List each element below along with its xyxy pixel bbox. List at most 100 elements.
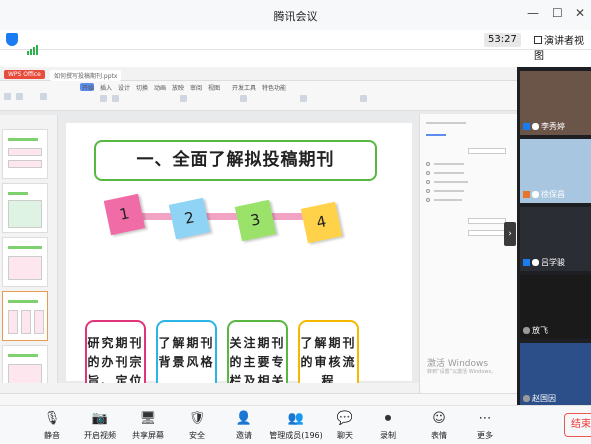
more-button[interactable]: ⋯ 更多 bbox=[461, 408, 509, 441]
slide-thumbnail[interactable] bbox=[2, 237, 48, 287]
menu-slideshow[interactable]: 放映 bbox=[172, 83, 184, 92]
record-icon: ⏺ bbox=[384, 411, 392, 426]
grid-icon bbox=[534, 36, 542, 44]
shape-icon[interactable] bbox=[240, 95, 247, 102]
microphone-icon: 🎙 bbox=[43, 411, 61, 426]
signal-icon[interactable] bbox=[27, 36, 39, 55]
participant-name: 徐保昌 bbox=[523, 189, 565, 200]
microphone-icon bbox=[532, 191, 539, 198]
color-dropdown[interactable] bbox=[468, 218, 506, 224]
invite-icon: 👤 bbox=[235, 411, 253, 426]
participant-tile[interactable]: 李秀婷 bbox=[520, 71, 591, 135]
menu-insert[interactable]: 插入 bbox=[100, 83, 112, 92]
participant-tile[interactable]: 吕学骏 bbox=[520, 207, 591, 271]
invite-button[interactable]: 👤 邀请 bbox=[220, 408, 268, 441]
participant-tile[interactable]: 放飞 bbox=[520, 275, 591, 339]
user-icon bbox=[523, 191, 530, 198]
security-button[interactable]: 🛡 安全 bbox=[173, 408, 221, 441]
video-label: 开启视频 bbox=[84, 431, 116, 440]
fill-dropdown[interactable] bbox=[468, 148, 506, 154]
minimize-button[interactable]: — bbox=[527, 6, 539, 20]
share-label: 共享屏幕 bbox=[132, 431, 164, 440]
fill-radio[interactable] bbox=[426, 171, 430, 175]
mute-button[interactable]: 🎙 静音 bbox=[28, 408, 76, 441]
shield-icon: 🛡 bbox=[188, 411, 206, 426]
fill-radio[interactable] bbox=[426, 180, 430, 184]
participant-name: 放飞 bbox=[523, 325, 548, 336]
maximize-button[interactable]: ☐ bbox=[552, 6, 563, 20]
wps-ribbon: 开始 插入 设计 切换 动画 放映 审阅 视图 开发工具 特色功能 bbox=[0, 81, 517, 111]
record-button[interactable]: ⏺ 录制 bbox=[364, 408, 412, 441]
fill-radio[interactable] bbox=[426, 198, 430, 202]
transparency-slider[interactable] bbox=[468, 230, 506, 236]
menu-review[interactable]: 审阅 bbox=[190, 83, 202, 92]
cut-icon[interactable] bbox=[16, 93, 23, 100]
wps-tab-document[interactable]: 如何撰写投稿期刊.pptx bbox=[50, 70, 122, 81]
participant-tile[interactable]: 徐保昌 bbox=[520, 139, 591, 203]
slide-title: 一、全面了解拟投稿期刊 bbox=[94, 140, 377, 181]
meeting-toolbar: 🎙 静音 📷 开启视频 🖥 共享屏幕 🛡 安全 👤 邀请 👥 管理成员(196) 💬 聊天 ⏺… bbox=[0, 405, 591, 444]
share-screen-button[interactable]: 🖥 共享屏幕 bbox=[124, 408, 172, 441]
members-label: 管理成员(196) bbox=[269, 431, 323, 440]
align-icon[interactable] bbox=[180, 95, 187, 102]
slide-thumbnail[interactable] bbox=[2, 129, 48, 179]
participant-name: 吕学骏 bbox=[523, 257, 565, 268]
wps-tab-bar: WPS Office 如何撰写投稿期刊.pptx bbox=[0, 67, 517, 81]
bold-icon[interactable] bbox=[100, 95, 107, 102]
view-toggle-button[interactable]: 演讲者视图 bbox=[534, 32, 591, 62]
fill-radio[interactable] bbox=[426, 189, 430, 193]
security-shield-icon[interactable] bbox=[6, 33, 18, 46]
participant-video-panel: 李秀婷 徐保昌 吕学骏 放飞 赵国因 bbox=[517, 67, 591, 407]
manage-members-button[interactable]: 👥 管理成员(196) bbox=[264, 408, 328, 441]
menu-animation[interactable]: 动画 bbox=[154, 83, 166, 92]
emoji-icon: ☺ bbox=[432, 411, 446, 426]
chat-button[interactable]: 💬 聊天 bbox=[321, 408, 369, 441]
members-icon: 👥 bbox=[287, 411, 305, 426]
notes-bar bbox=[0, 383, 419, 393]
participant-tile[interactable]: 赵国因 bbox=[520, 343, 591, 407]
close-button[interactable]: ✕ bbox=[575, 6, 585, 20]
menu-features[interactable]: 特色功能 bbox=[262, 83, 286, 92]
slide-canvas[interactable]: 一、全面了解拟投稿期刊 1 2 3 4 研究期刊的办刊宗旨、定位和投稿要求 了解… bbox=[66, 123, 412, 405]
video-button[interactable]: 📷 开启视频 bbox=[76, 408, 124, 441]
record-label: 录制 bbox=[380, 431, 396, 440]
collapse-video-panel-button[interactable]: › bbox=[504, 222, 516, 246]
arrange-icon[interactable] bbox=[300, 95, 307, 102]
wps-tab-home[interactable]: WPS Office bbox=[4, 70, 45, 79]
find-icon[interactable] bbox=[360, 95, 367, 102]
menu-start[interactable]: 开始 bbox=[82, 83, 94, 92]
more-icon: ⋯ bbox=[478, 411, 492, 426]
end-meeting-button[interactable]: 结束 bbox=[564, 413, 591, 437]
new-slide-icon[interactable] bbox=[40, 93, 47, 100]
slide-thumbnail-pane bbox=[0, 115, 58, 405]
window-title: 腾讯会议 bbox=[273, 10, 318, 23]
slide-thumbnail[interactable] bbox=[2, 291, 48, 341]
shared-screen: WPS Office 如何撰写投稿期刊.pptx 开始 插入 设计 切换 动画 … bbox=[0, 67, 517, 405]
chat-label: 聊天 bbox=[337, 431, 353, 440]
microphone-muted-icon bbox=[523, 327, 530, 334]
paste-icon[interactable] bbox=[4, 93, 11, 100]
security-label: 安全 bbox=[189, 431, 205, 440]
user-icon bbox=[523, 259, 530, 266]
emoji-button[interactable]: ☺ 表情 bbox=[415, 408, 463, 441]
emoji-label: 表情 bbox=[431, 431, 447, 440]
windows-activate-subtext: 转到“设置”以激活 Windows。 bbox=[427, 369, 497, 375]
connector-rod bbox=[130, 213, 316, 220]
fill-radio[interactable] bbox=[426, 162, 430, 166]
italic-icon[interactable] bbox=[112, 95, 119, 102]
microphone-icon bbox=[532, 123, 539, 130]
camera-off-icon: 📷 bbox=[91, 411, 109, 426]
meeting-timer: 53:27 bbox=[484, 33, 521, 47]
menu-design[interactable]: 设计 bbox=[118, 83, 130, 92]
wps-status-bar bbox=[0, 393, 517, 405]
menu-transition[interactable]: 切换 bbox=[136, 83, 148, 92]
menu-developer[interactable]: 开发工具 bbox=[232, 83, 256, 92]
slide-thumbnail[interactable] bbox=[2, 183, 48, 233]
participant-name: 赵国因 bbox=[523, 393, 556, 404]
invite-label: 邀请 bbox=[236, 431, 252, 440]
mute-label: 静音 bbox=[44, 431, 60, 440]
participant-name: 李秀婷 bbox=[523, 121, 565, 132]
share-screen-icon: 🖥 bbox=[139, 411, 157, 426]
menu-view[interactable]: 视图 bbox=[208, 83, 220, 92]
step-node-1: 1 bbox=[103, 193, 146, 236]
